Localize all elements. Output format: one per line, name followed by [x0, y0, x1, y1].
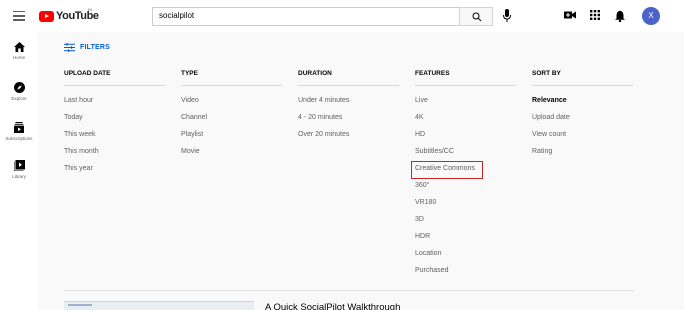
divider	[64, 290, 634, 291]
filter-option[interactable]: 4 - 20 minutes	[298, 114, 342, 121]
avatar[interactable]: X	[642, 7, 660, 25]
mic-icon[interactable]	[503, 9, 511, 22]
filters-toggle-button[interactable]: FILTERS	[64, 43, 110, 52]
filter-option[interactable]: This month	[64, 148, 99, 155]
filter-group-header: UPLOAD DATE	[64, 70, 111, 77]
sidebar-item-label: Subscriptions	[5, 136, 33, 141]
sort-option[interactable]: Rating	[532, 148, 552, 155]
search-icon	[472, 12, 482, 22]
youtube-play-icon	[39, 10, 54, 22]
filter-option[interactable]: Today	[64, 114, 83, 121]
filter-option[interactable]: Live	[415, 97, 428, 104]
home-icon	[13, 42, 25, 52]
filter-option[interactable]: Movie	[181, 148, 200, 155]
sidebar-item-explore[interactable]: Explore	[0, 82, 38, 101]
create-video-icon[interactable]	[564, 10, 576, 20]
sidebar-item-label: Explore	[11, 96, 27, 101]
filter-option[interactable]: Last hour	[64, 97, 93, 104]
filter-option[interactable]: HD	[415, 131, 425, 138]
filter-option[interactable]: Playlist	[181, 131, 203, 138]
divider	[532, 85, 633, 86]
sort-option[interactable]: Upload date	[532, 114, 570, 121]
bell-icon[interactable]	[615, 10, 625, 22]
masthead: YouTube IN socialpilot X	[0, 0, 684, 32]
filter-option[interactable]: HDR	[415, 233, 430, 240]
filter-option[interactable]: 3D	[415, 216, 424, 223]
sort-option-selected[interactable]: Relevance	[532, 97, 567, 104]
filter-sliders-icon	[64, 43, 75, 52]
sidebar-item-label: Home	[12, 55, 25, 60]
search-query[interactable]: socialpilot	[159, 11, 194, 20]
filter-option[interactable]: Purchased	[415, 267, 448, 274]
filter-option[interactable]: Video	[181, 97, 199, 104]
divider	[181, 85, 282, 86]
highlight-annotation-box	[411, 161, 483, 179]
filter-option[interactable]: Location	[415, 250, 441, 257]
search-input[interactable]: socialpilot	[152, 7, 493, 26]
logo-text: YouTube	[56, 10, 99, 22]
filter-group-header: FEATURES	[415, 70, 450, 77]
filter-option[interactable]: Under 4 minutes	[298, 97, 349, 104]
filter-group-header: DURATION	[298, 70, 332, 77]
sidebar-item-library[interactable]: Library	[0, 160, 38, 179]
filter-option[interactable]: This week	[64, 131, 96, 138]
subscriptions-icon	[14, 122, 24, 133]
menu-icon[interactable]	[13, 11, 25, 21]
sidebar-item-subscriptions[interactable]: Subscriptions	[0, 122, 38, 141]
video-thumbnail[interactable]	[64, 301, 254, 310]
search-button[interactable]	[459, 7, 493, 26]
filter-group-header: TYPE	[181, 70, 198, 77]
compass-icon	[13, 82, 25, 93]
sort-option[interactable]: View count	[532, 131, 566, 138]
filter-option[interactable]: Over 20 minutes	[298, 131, 349, 138]
divider	[298, 85, 399, 86]
library-icon	[13, 160, 25, 171]
filter-option[interactable]: This year	[64, 165, 93, 172]
sidebar-item-label: Library	[12, 174, 26, 179]
filter-group-header: SORT BY	[532, 70, 561, 77]
divider	[415, 85, 516, 86]
sidebar-guide: Home Explore Subscriptions Library	[0, 32, 38, 310]
divider	[64, 85, 165, 86]
filters-label: FILTERS	[80, 44, 111, 51]
thumbnail-detail	[68, 304, 92, 306]
sidebar-item-home[interactable]: Home	[0, 42, 38, 60]
filter-option[interactable]: 4K	[415, 114, 424, 121]
filter-option[interactable]: 360°	[415, 182, 429, 189]
filter-option[interactable]: VR180	[415, 199, 436, 206]
video-title[interactable]: A Quick SocialPilot Walkthrough	[265, 302, 400, 310]
country-code: IN	[88, 7, 92, 12]
filter-option[interactable]: Subtitles/CC	[415, 148, 454, 155]
apps-grid-icon[interactable]	[590, 10, 600, 20]
filter-option[interactable]: Channel	[181, 114, 207, 121]
